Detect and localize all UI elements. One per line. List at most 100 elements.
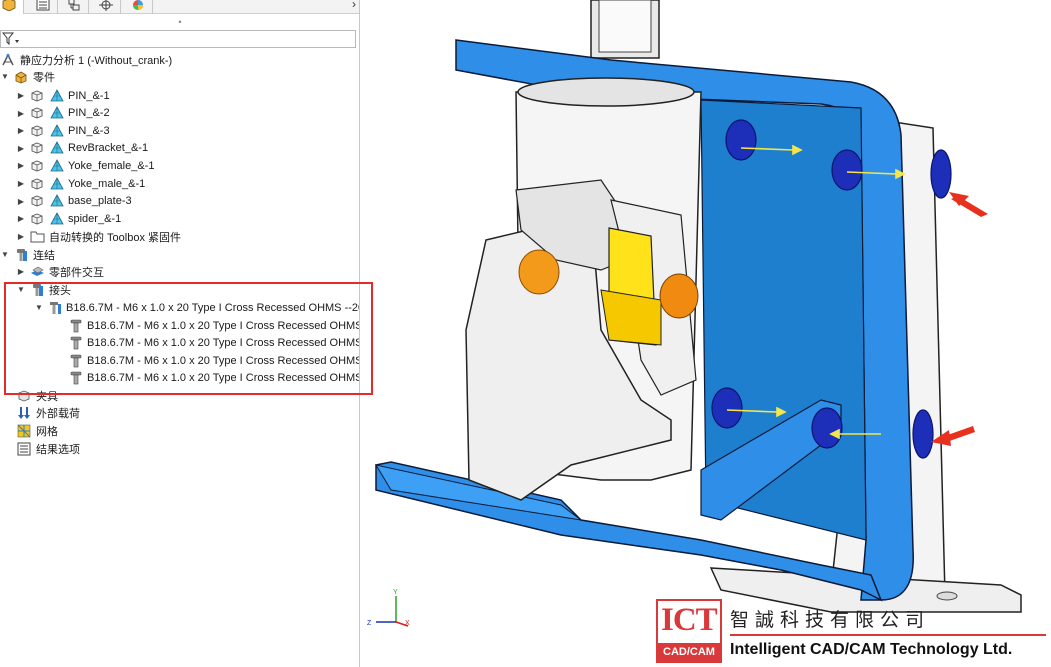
- tree-result-options[interactable]: 结果选项: [16, 440, 80, 457]
- chevron-right-icon[interactable]: ▶: [16, 126, 26, 135]
- part-label: base_plate-3: [68, 195, 132, 208]
- logo-company-cn: 智誠科技有限公司: [730, 609, 931, 631]
- mesh-icon: [16, 423, 32, 439]
- logo-cadcam-text: CAD/CAM: [658, 643, 720, 661]
- logo-ict-text: ICT: [661, 602, 718, 638]
- part-label: RevBracket_&-1: [68, 142, 149, 155]
- axis-x-label: X: [405, 620, 410, 627]
- display-manager-icon: [132, 0, 143, 10]
- tree-connections[interactable]: ▼ 连结: [0, 246, 55, 263]
- axis-y-label: Y: [393, 589, 398, 596]
- external-load-icon: [16, 405, 32, 421]
- tree-part-item[interactable]: ▶ PIN_&-2: [16, 105, 110, 122]
- axis-triad: Y Z X: [367, 589, 410, 627]
- parts-label: 零件: [33, 71, 55, 84]
- toolbox-folder-label: 自动转换的 Toolbox 紧固件: [49, 231, 182, 244]
- tree-part-item[interactable]: ▶ base_plate-3: [16, 193, 132, 210]
- part-icon: [29, 88, 45, 104]
- connector-highlight-box: [4, 282, 373, 395]
- tab-feature-manager[interactable]: [0, 0, 24, 14]
- solid-mesh-icon: [49, 158, 65, 174]
- filter-icon[interactable]: [2, 32, 20, 46]
- part-icon: [29, 123, 45, 139]
- logo-badge: ICT CAD/CAM: [656, 599, 722, 663]
- result-options-label: 结果选项: [36, 443, 80, 456]
- logo-divider: [730, 634, 1046, 636]
- tree-part-item[interactable]: ▶ PIN_&-1: [16, 87, 110, 104]
- part-icon: [29, 211, 45, 227]
- company-logo: ICT CAD/CAM 智誠科技有限公司 Intelligent CAD/CAM…: [656, 599, 1046, 665]
- configuration-manager-icon: [68, 0, 79, 11]
- folder-icon: [29, 229, 45, 245]
- part-label: PIN_&-2: [68, 107, 110, 120]
- tab-display-manager[interactable]: [123, 0, 153, 14]
- component-interaction-icon: [29, 264, 45, 280]
- chevron-down-icon[interactable]: ▼: [0, 250, 10, 259]
- connections-icon: [13, 247, 29, 263]
- panel-tab-bar: ›: [0, 0, 359, 14]
- part-icon: [29, 193, 45, 209]
- tree-part-item[interactable]: ▶ spider_&-1: [16, 210, 121, 227]
- pin-left[interactable]: [518, 249, 560, 295]
- tree-toolbox-folder[interactable]: ▶ 自动转换的 Toolbox 紧固件: [16, 228, 181, 245]
- tree-part-item[interactable]: ▶ PIN_&-3: [16, 122, 110, 139]
- solid-mesh-icon: [49, 193, 65, 209]
- pin-right[interactable]: [659, 273, 699, 319]
- external-loads-label: 外部载荷: [36, 407, 80, 420]
- axis-z-label: Z: [367, 620, 372, 627]
- solid-mesh-icon: [49, 140, 65, 156]
- chevron-right-icon[interactable]: ▶: [16, 109, 26, 118]
- graphics-viewport[interactable]: Y Z X: [361, 0, 1051, 667]
- dimxpert-icon: [98, 0, 113, 11]
- part-icon: [29, 140, 45, 156]
- part-label: Yoke_male_&-1: [68, 177, 146, 190]
- tree-component-interactions[interactable]: ▶ 零部件交互: [16, 263, 104, 280]
- connections-label: 连结: [33, 249, 55, 262]
- chevron-right-icon[interactable]: ▶: [16, 91, 26, 100]
- top-shaft[interactable]: [590, 0, 660, 59]
- study-label: 静应力分析 1 (-Without_crank-): [20, 54, 173, 67]
- chevron-right-icon[interactable]: ▶: [16, 214, 26, 223]
- solid-mesh-icon: [49, 123, 65, 139]
- solid-mesh-icon: [49, 211, 65, 227]
- tree-part-item[interactable]: ▶ RevBracket_&-1: [16, 140, 148, 157]
- chevron-right-icon[interactable]: ▶: [16, 232, 26, 241]
- panel-grip[interactable]: •: [0, 15, 359, 29]
- solid-mesh-icon: [49, 176, 65, 192]
- solid-mesh-icon: [49, 105, 65, 121]
- model-scene[interactable]: [361, 0, 1051, 667]
- tab-dimxpert[interactable]: [91, 0, 121, 14]
- tree-part-item[interactable]: ▶ Yoke_male_&-1: [16, 175, 145, 192]
- spider[interactable]: [600, 227, 662, 346]
- tree-mesh[interactable]: 网格: [16, 422, 58, 439]
- chevron-down-icon[interactable]: ▼: [0, 72, 10, 81]
- chevron-right-icon[interactable]: ▶: [16, 179, 26, 188]
- chevron-right-icon[interactable]: ▶: [16, 197, 26, 206]
- tree-external-loads[interactable]: 外部载荷: [16, 404, 80, 421]
- property-manager-icon: [36, 0, 49, 11]
- tree-parts-folder[interactable]: ▼ 零件: [0, 68, 55, 85]
- chevron-right-icon[interactable]: ›: [352, 0, 356, 11]
- feature-manager-icon: [2, 0, 16, 11]
- parts-icon: [13, 69, 29, 85]
- part-label: PIN_&-3: [68, 124, 110, 137]
- mesh-label: 网格: [36, 425, 58, 438]
- chevron-right-icon[interactable]: ▶: [16, 161, 26, 170]
- part-icon: [29, 105, 45, 121]
- result-options-icon: [16, 441, 32, 457]
- component-interactions-label: 零部件交互: [49, 266, 104, 279]
- logo-company-en: Intelligent CAD/CAM Technology Ltd.: [730, 641, 1013, 658]
- part-icon: [29, 176, 45, 192]
- tree-study[interactable]: 静应力分析 1 (-Without_crank-): [0, 51, 172, 68]
- filter-bar[interactable]: [0, 30, 356, 48]
- part-label: PIN_&-1: [68, 89, 110, 102]
- chevron-right-icon[interactable]: ▶: [16, 267, 26, 276]
- tab-configuration-manager[interactable]: [59, 0, 89, 14]
- solid-mesh-icon: [49, 88, 65, 104]
- chevron-right-icon[interactable]: ▶: [16, 144, 26, 153]
- tab-property-manager[interactable]: [28, 0, 58, 14]
- part-label: spider_&-1: [68, 212, 122, 225]
- static-study-icon: [0, 52, 16, 68]
- tree-part-item[interactable]: ▶ Yoke_female_&-1: [16, 157, 154, 174]
- part-label: Yoke_female_&-1: [68, 159, 155, 172]
